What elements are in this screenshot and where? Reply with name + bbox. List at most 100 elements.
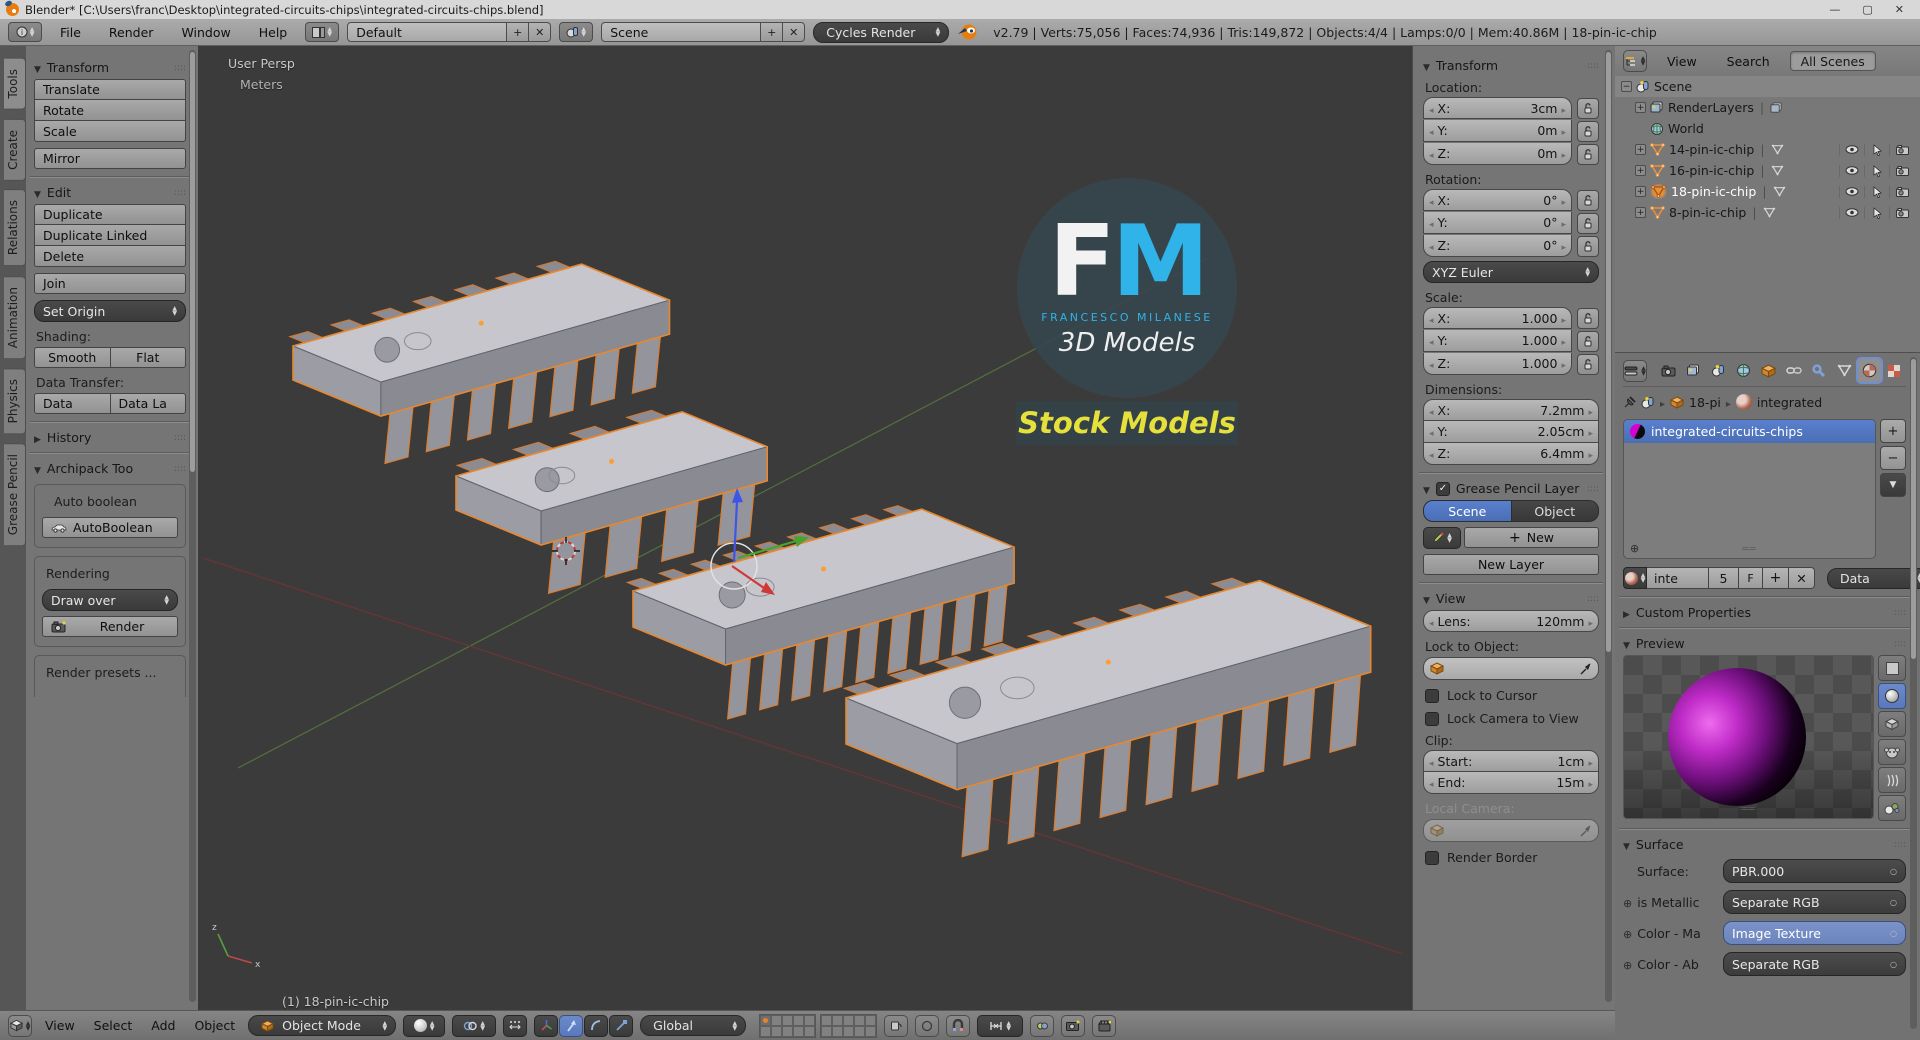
manipulate-center-points-toggle[interactable]: [503, 1014, 528, 1037]
layers-grid-left[interactable]: [759, 1013, 817, 1038]
expand-toggle[interactable]: +: [1635, 144, 1646, 155]
material-slot-list[interactable]: integrated-circuits-chips ══: [1623, 419, 1876, 559]
lock-scale-z[interactable]: [1577, 353, 1599, 375]
outliner-scope-select[interactable]: All Scenes: [1789, 51, 1876, 71]
tab-tools[interactable]: Tools: [4, 58, 26, 110]
delete-scene-button[interactable]: ✕: [783, 22, 806, 42]
scrollbar-thumb[interactable]: [1606, 52, 1611, 652]
add-scene-button[interactable]: +: [761, 22, 784, 42]
selectability-cursor-icon[interactable]: [1864, 143, 1889, 156]
preview-resize-grip[interactable]: ══: [1741, 804, 1755, 815]
dimension-z-field[interactable]: Z:6.4mm: [1423, 443, 1599, 465]
add-material-slot-button[interactable]: +: [1880, 419, 1906, 443]
mirror-button[interactable]: Mirror: [34, 148, 186, 169]
color-ab-input-button[interactable]: Separate RGB: [1723, 952, 1906, 976]
editor-type-info-button[interactable]: i: [8, 22, 42, 42]
tab-object-data[interactable]: [1833, 359, 1856, 382]
new-material-button[interactable]: +: [1763, 567, 1789, 589]
scrollbar-thumb[interactable]: [1911, 359, 1916, 659]
visibility-eye-icon[interactable]: [1839, 143, 1864, 156]
tab-modifiers[interactable]: [1808, 359, 1831, 382]
minimize-button[interactable]: [1829, 3, 1840, 16]
panel-grip[interactable]: [1894, 639, 1906, 649]
opengl-render-button[interactable]: [1061, 1014, 1086, 1037]
gpencil-source-scene[interactable]: Scene: [1423, 500, 1512, 522]
expand-socket-icon[interactable]: [1623, 926, 1632, 941]
maximize-button[interactable]: [1862, 3, 1872, 16]
gpencil-new-layer-button[interactable]: New Layer: [1423, 554, 1599, 575]
unlink-material-button[interactable]: ✕: [1789, 567, 1815, 589]
visibility-eye-icon[interactable]: [1839, 164, 1864, 177]
panel-header-view[interactable]: View: [1423, 591, 1599, 606]
snap-element-menu[interactable]: [977, 1014, 1024, 1037]
mode-select[interactable]: Object Mode: [248, 1015, 397, 1036]
proportional-edit-menu[interactable]: [915, 1014, 940, 1037]
lock-to-object-field[interactable]: [1423, 657, 1599, 680]
collapse-toggle[interactable]: −: [1621, 81, 1632, 92]
shade-flat-button[interactable]: Flat: [110, 347, 186, 368]
material-name-field[interactable]: inte: [1647, 567, 1709, 589]
pin-icon[interactable]: [1623, 395, 1636, 409]
tab-world[interactable]: [1732, 359, 1755, 382]
lock-location-y[interactable]: [1577, 120, 1599, 142]
object-cube-icon[interactable]: [1670, 395, 1685, 409]
panel-grip[interactable]: [1894, 840, 1906, 850]
scene-browse-button[interactable]: [559, 22, 594, 42]
manipulator-scale-toggle[interactable]: [609, 1014, 634, 1037]
delete-button[interactable]: Delete: [34, 246, 186, 267]
scene-icon[interactable]: [1641, 396, 1655, 409]
gpencil-checkbox[interactable]: [1435, 481, 1450, 496]
render-button[interactable]: Render: [42, 616, 178, 637]
opengl-render-anim-button[interactable]: [1092, 1014, 1117, 1037]
panel-header-archipack[interactable]: Archipack Too: [34, 461, 186, 476]
selectability-cursor-icon[interactable]: [1864, 206, 1889, 219]
panel-grip[interactable]: [1894, 608, 1906, 618]
snap-toggle[interactable]: [946, 1014, 971, 1037]
rotate-button[interactable]: Rotate: [34, 100, 186, 121]
material-slot-selected[interactable]: integrated-circuits-chips: [1624, 420, 1875, 443]
viewport-shading-menu[interactable]: [403, 1014, 446, 1037]
gpencil-source-object[interactable]: Object: [1511, 500, 1599, 522]
clip-end-field[interactable]: End:15m: [1423, 772, 1599, 794]
tab-grease-pencil[interactable]: Grease Pencil: [4, 443, 26, 547]
render-border-checkbox[interactable]: [1425, 850, 1439, 865]
manipulator-rotate-toggle[interactable]: [584, 1014, 609, 1037]
selectability-cursor-icon[interactable]: [1864, 185, 1889, 198]
lock-to-scene-toggle[interactable]: [884, 1014, 909, 1037]
outliner-view-menu[interactable]: View: [1657, 54, 1707, 69]
data-source-menu[interactable]: Data: [1827, 567, 1920, 589]
lock-camera-checkbox[interactable]: [1425, 711, 1439, 726]
render-engine-select[interactable]: Cycles Render: [813, 21, 950, 43]
panel-grip[interactable]: [174, 464, 186, 474]
panel-header-surface[interactable]: Surface: [1623, 837, 1906, 852]
panel-grip[interactable]: [1587, 484, 1599, 494]
tab-render-layers[interactable]: [1682, 359, 1705, 382]
selectability-cursor-icon[interactable]: [1864, 164, 1889, 177]
viewport-3d[interactable]: xz User Persp Meters (1) 18-pin-ic-chip …: [198, 46, 1412, 1010]
panel-grip[interactable]: [1587, 61, 1599, 71]
npanel-scrollbar[interactable]: [1605, 50, 1612, 1002]
preview-world-sphere-button[interactable]: [1878, 795, 1906, 821]
autoboolean-button[interactable]: AutoBoolean: [42, 517, 178, 538]
tab-texture[interactable]: [1883, 359, 1906, 382]
expand-toggle[interactable]: +: [1635, 186, 1646, 197]
panel-header-history[interactable]: History: [34, 430, 186, 445]
outliner-row-8-pin[interactable]: + 8-pin-ic-chip |: [1615, 202, 1920, 223]
view-menu[interactable]: View: [39, 1018, 81, 1033]
location-y-field[interactable]: Y:0m: [1423, 120, 1572, 142]
lock-rotation-x[interactable]: [1577, 189, 1599, 211]
lock-to-cursor-checkbox[interactable]: [1425, 688, 1439, 703]
tab-object[interactable]: [1757, 359, 1780, 382]
translate-button[interactable]: Translate: [34, 79, 186, 100]
object-menu[interactable]: Object: [188, 1018, 241, 1033]
lock-location-z[interactable]: [1577, 143, 1599, 165]
metallic-input-button[interactable]: Separate RGB: [1723, 890, 1906, 914]
tab-create[interactable]: Create: [4, 118, 26, 181]
color-ma-input-button[interactable]: Image Texture: [1723, 921, 1906, 945]
menu-help[interactable]: Help: [249, 25, 298, 40]
expand-socket-icon[interactable]: [1623, 895, 1632, 910]
menu-window[interactable]: Window: [171, 25, 240, 40]
material-users-count[interactable]: 5: [1709, 567, 1739, 589]
scale-button[interactable]: Scale: [34, 121, 186, 142]
list-resize-grip[interactable]: ══: [1742, 544, 1756, 555]
